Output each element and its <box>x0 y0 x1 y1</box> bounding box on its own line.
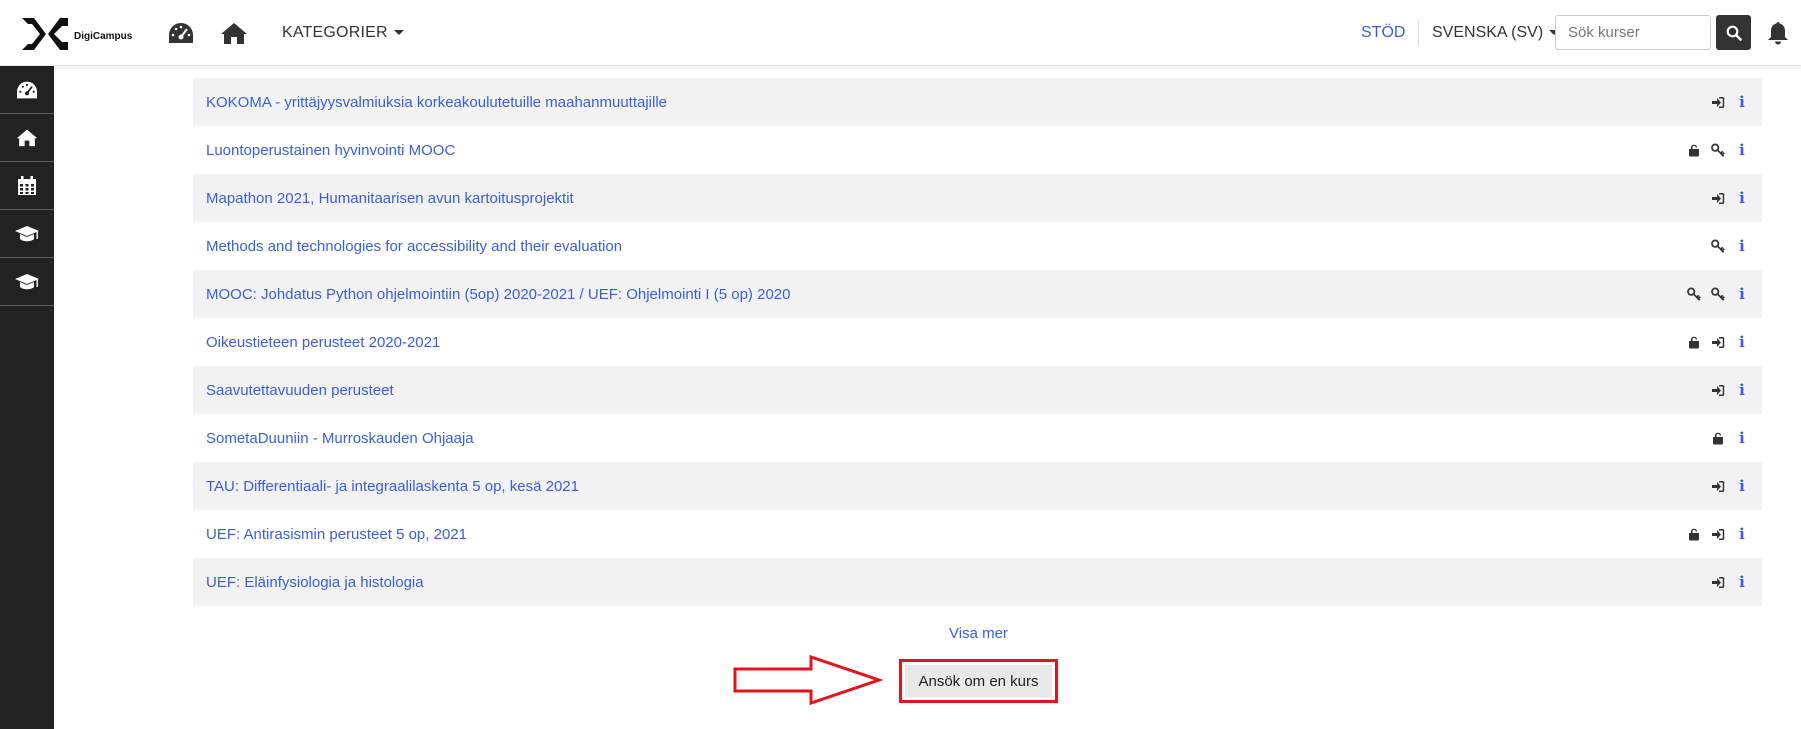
digicampus-logo-icon <box>22 18 68 50</box>
enrol-icon <box>1711 527 1725 541</box>
info-icon[interactable]: i <box>1735 527 1749 542</box>
course-row: KOKOMA - yrittäjyysvalmiuksia korkeakoul… <box>193 78 1762 126</box>
search-input[interactable] <box>1555 15 1711 50</box>
sidebar-item-dashboard[interactable] <box>0 66 54 114</box>
info-icon[interactable]: i <box>1735 335 1749 350</box>
sidebar-item-calendar[interactable] <box>0 162 54 210</box>
top-navbar: DigiCampus KATEGORIER STÖD SVENSKA (SV) <box>0 0 1801 66</box>
course-icons: i <box>1711 479 1749 494</box>
enrol-icon <box>1711 95 1725 109</box>
key-icon <box>1687 287 1701 301</box>
info-icon[interactable]: i <box>1735 479 1749 494</box>
course-row: UEF: Eläinfysiologia ja histologia i <box>193 558 1762 606</box>
calendar-icon <box>18 175 36 195</box>
search-icon <box>1726 25 1742 41</box>
course-link[interactable]: TAU: Differentiaali- ja integraalilasken… <box>206 478 1711 495</box>
course-link[interactable]: Mapathon 2021, Humanitaarisen avun karto… <box>206 190 1711 207</box>
enrol-icon <box>1711 335 1725 349</box>
course-row: MOOC: Johdatus Python ohjelmointiin (5op… <box>193 270 1762 318</box>
course-row: TAU: Differentiaali- ja integraalilasken… <box>193 462 1762 510</box>
enrol-icon <box>1711 575 1725 589</box>
unlock-icon <box>1687 527 1701 541</box>
support-link[interactable]: STÖD <box>1361 24 1405 42</box>
info-icon[interactable]: i <box>1735 431 1749 446</box>
course-icons: i <box>1711 239 1749 254</box>
show-more-link[interactable]: Visa mer <box>949 625 1008 642</box>
unlock-icon <box>1687 335 1701 349</box>
dashboard-icon[interactable] <box>166 18 196 48</box>
enrol-icon <box>1711 191 1725 205</box>
course-row: SometaDuuniin - Murroskauden Ohjaaja i <box>193 414 1762 462</box>
language-label: SVENSKA (SV) <box>1432 24 1544 41</box>
info-icon[interactable]: i <box>1735 239 1749 254</box>
language-dropdown[interactable]: SVENSKA (SV) <box>1432 24 1560 42</box>
course-link[interactable]: Methods and technologies for accessibili… <box>206 238 1711 255</box>
info-icon[interactable]: i <box>1735 383 1749 398</box>
course-link[interactable]: SometaDuuniin - Murroskauden Ohjaaja <box>206 430 1711 447</box>
home-icon <box>16 129 38 147</box>
course-icons: i <box>1687 527 1749 542</box>
enrol-icon <box>1711 383 1725 397</box>
dashboard-icon <box>17 81 37 98</box>
key-icon <box>1711 287 1725 301</box>
graduation-cap-icon <box>15 225 39 241</box>
course-icons: i <box>1687 335 1749 350</box>
course-link[interactable]: Luontoperustainen hyvinvointi MOOC <box>206 142 1687 159</box>
apply-for-course-button[interactable]: Ansök om en kurs <box>905 665 1052 697</box>
course-icons: i <box>1687 143 1749 158</box>
course-link[interactable]: UEF: Eläinfysiologia ja histologia <box>206 574 1711 591</box>
unlock-icon <box>1687 143 1701 157</box>
course-link[interactable]: Saavutettavuuden perusteet <box>206 382 1711 399</box>
course-icons: i <box>1711 191 1749 206</box>
graduation-cap-icon <box>15 273 39 289</box>
course-link[interactable]: Oikeustieteen perusteet 2020-2021 <box>206 334 1687 351</box>
course-row: Mapathon 2021, Humanitaarisen avun karto… <box>193 174 1762 222</box>
apply-highlight-box: Ansök om en kurs <box>899 659 1058 703</box>
info-icon[interactable]: i <box>1735 287 1749 302</box>
enrol-icon <box>1711 479 1725 493</box>
info-icon[interactable]: i <box>1735 143 1749 158</box>
home-icon[interactable] <box>219 18 249 48</box>
course-row: Oikeustieteen perusteet 2020-2021 i <box>193 318 1762 366</box>
course-link[interactable]: MOOC: Johdatus Python ohjelmointiin (5op… <box>206 286 1687 303</box>
course-icons: i <box>1711 383 1749 398</box>
info-icon[interactable]: i <box>1735 191 1749 206</box>
search-button[interactable] <box>1716 15 1751 50</box>
course-list: KOKOMA - yrittäjyysvalmiuksia korkeakoul… <box>193 78 1762 606</box>
course-icons: i <box>1711 575 1749 590</box>
info-icon[interactable]: i <box>1735 575 1749 590</box>
categories-dropdown[interactable]: KATEGORIER <box>282 24 404 42</box>
categories-label: KATEGORIER <box>282 24 388 41</box>
bell-icon[interactable] <box>1766 19 1790 47</box>
brand-name: DigiCampus <box>74 30 133 42</box>
course-row: UEF: Antirasismin perusteet 5 op, 2021 i <box>193 510 1762 558</box>
key-icon <box>1711 143 1725 157</box>
course-row: Methods and technologies for accessibili… <box>193 222 1762 270</box>
key-icon <box>1711 239 1725 253</box>
course-link[interactable]: KOKOMA - yrittäjyysvalmiuksia korkeakoul… <box>206 94 1711 111</box>
sidebar-item-course-2[interactable] <box>0 258 54 306</box>
course-link[interactable]: UEF: Antirasismin perusteet 5 op, 2021 <box>206 526 1687 543</box>
course-icons: i <box>1687 287 1749 302</box>
sidebar-item-home[interactable] <box>0 114 54 162</box>
arrow-annotation-icon <box>733 654 883 706</box>
chevron-down-icon <box>393 30 404 36</box>
unlock-icon <box>1711 431 1725 445</box>
navbar-divider <box>1418 20 1419 46</box>
course-icons: i <box>1711 431 1749 446</box>
left-sidebar <box>0 66 54 729</box>
sidebar-item-course-1[interactable] <box>0 210 54 258</box>
brand-logo[interactable]: DigiCampus <box>20 8 132 58</box>
course-icons: i <box>1711 95 1749 110</box>
info-icon[interactable]: i <box>1735 95 1749 110</box>
course-row: Saavutettavuuden perusteet i <box>193 366 1762 414</box>
course-row: Luontoperustainen hyvinvointi MOOC i <box>193 126 1762 174</box>
